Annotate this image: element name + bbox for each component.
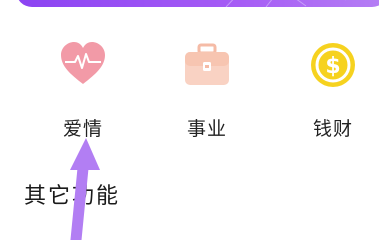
feature-label: 事业 [186, 118, 227, 140]
svg-text:$: $ [325, 54, 340, 79]
banner-pattern [225, 0, 346, 7]
heart-icon [60, 42, 106, 88]
feature-label: 爱情 [62, 118, 103, 140]
coin-icon: $ [310, 42, 356, 88]
feature-wealth[interactable]: $ 钱财 [288, 40, 378, 140]
feature-career[interactable]: 事业 [162, 40, 252, 140]
feature-love[interactable]: 爱情 [38, 40, 128, 140]
section-title: 其它功能 [24, 184, 121, 209]
briefcase-icon [184, 42, 230, 88]
feature-label: 钱财 [312, 118, 353, 140]
top-banner[interactable] [16, 0, 379, 7]
page: 爱情 事业 $ 钱财 其它功能 [0, 0, 379, 240]
